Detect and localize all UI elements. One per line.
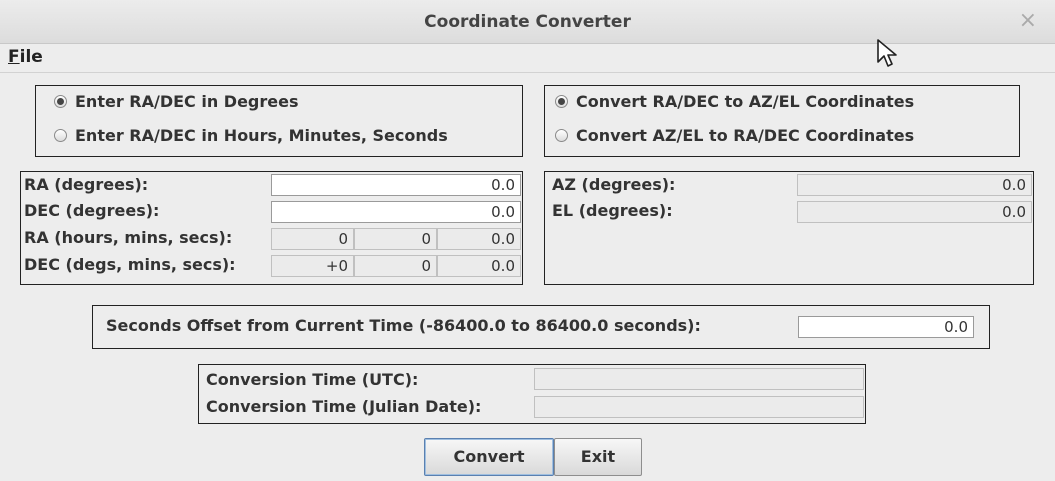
conversion-time-utc-label: Conversion Time (UTC): <box>206 370 419 389</box>
ra-minutes-input[interactable]: 0 <box>354 228 437 250</box>
el-degrees-label: EL (degrees): <box>552 201 673 220</box>
menu-file-mnemonic: F <box>8 47 20 67</box>
conversion-time-panel: Conversion Time (UTC): Conversion Time (… <box>198 364 866 424</box>
close-icon[interactable]: × <box>1019 8 1037 34</box>
ra-degrees-label: RA (degrees): <box>24 175 149 194</box>
radio-input-degrees-label: Enter RA/DEC in Degrees <box>75 92 299 111</box>
conversion-time-jd-label: Conversion Time (Julian Date): <box>206 397 482 416</box>
azel-panel: AZ (degrees): 0.0 EL (degrees): 0.0 <box>544 171 1034 285</box>
dec-degrees-part-input[interactable]: +0 <box>271 255 354 277</box>
time-offset-input[interactable]: 0.0 <box>798 316 974 338</box>
conversion-time-utc-output <box>534 368 864 390</box>
dec-seconds-input[interactable]: 0.0 <box>437 255 521 277</box>
radio-convert-azel-to-radec-label: Convert AZ/EL to RA/DEC Coordinates <box>576 126 915 145</box>
exit-button[interactable]: Exit <box>554 438 642 476</box>
dec-degrees-input[interactable]: 0.0 <box>271 201 521 223</box>
mouse-pointer-icon <box>877 39 897 67</box>
az-degrees-label: AZ (degrees): <box>552 175 676 194</box>
el-degrees-output: 0.0 <box>797 201 1032 223</box>
conversion-mode-panel: Convert RA/DEC to AZ/EL Coordinates Conv… <box>544 85 1020 157</box>
time-offset-label: Seconds Offset from Current Time (-86400… <box>106 316 701 335</box>
radio-input-degrees[interactable]: Enter RA/DEC in Degrees <box>54 92 299 111</box>
radec-panel: RA (degrees): 0.0 DEC (degrees): 0.0 RA … <box>20 171 523 285</box>
radio-button-selected-icon[interactable] <box>54 95 67 108</box>
time-offset-panel: Seconds Offset from Current Time (-86400… <box>92 305 990 349</box>
ra-degrees-input[interactable]: 0.0 <box>271 174 521 196</box>
ra-hours-input[interactable]: 0 <box>271 228 354 250</box>
az-degrees-output: 0.0 <box>797 174 1032 196</box>
radio-input-hms-label: Enter RA/DEC in Hours, Minutes, Seconds <box>75 126 448 145</box>
dec-minutes-input[interactable]: 0 <box>354 255 437 277</box>
conversion-time-jd-output <box>534 396 864 418</box>
radio-button-selected-icon[interactable] <box>555 95 568 108</box>
radio-convert-azel-to-radec[interactable]: Convert AZ/EL to RA/DEC Coordinates <box>555 126 914 145</box>
radio-convert-radec-to-azel-label: Convert RA/DEC to AZ/EL Coordinates <box>576 92 915 111</box>
dec-degrees-label: DEC (degrees): <box>24 201 160 220</box>
radio-button-icon[interactable] <box>54 129 67 142</box>
menu-file[interactable]: File <box>8 47 43 67</box>
radio-button-icon[interactable] <box>555 129 568 142</box>
ra-hms-label: RA (hours, mins, secs): <box>24 228 233 247</box>
radio-input-hms[interactable]: Enter RA/DEC in Hours, Minutes, Seconds <box>54 126 448 145</box>
ra-seconds-input[interactable]: 0.0 <box>437 228 521 250</box>
dec-dms-label: DEC (degs, mins, secs): <box>24 255 236 274</box>
menu-file-label: ile <box>19 47 43 67</box>
radio-convert-radec-to-azel[interactable]: Convert RA/DEC to AZ/EL Coordinates <box>555 92 914 111</box>
input-mode-panel: Enter RA/DEC in Degrees Enter RA/DEC in … <box>35 85 523 157</box>
convert-button[interactable]: Convert <box>424 438 554 476</box>
